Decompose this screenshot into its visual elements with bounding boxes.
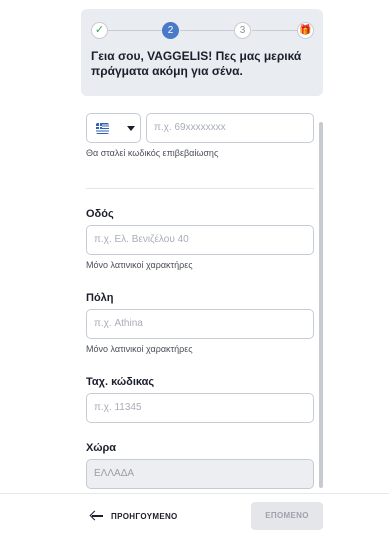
step-3: 3 [234,22,251,39]
previous-button-label: ΠΡΟΗΓΟΥΜΕΝΟ [111,511,178,521]
stepper-line [180,30,234,31]
street-hint: Μόνο λατινικοί χαρακτήρες [86,260,193,270]
country-field: ΕΛΛΑΔΑ [86,459,314,489]
step-1-check-icon: ✓ [91,22,108,39]
next-button[interactable]: ΕΠΟΜΕΝΟ [251,502,323,530]
footer-bar: ΠΡΟΗΓΟΥΜΕΝΟ ΕΠΟΜΕΝΟ [0,493,389,536]
progress-stepper: ✓ 2 3 🎁 [91,22,314,40]
postal-code-input[interactable]: π.χ. 11345 [86,393,314,423]
arrow-left-icon [89,510,104,522]
country-label: Χώρα [86,442,117,454]
street-input[interactable]: π.χ. Ελ. Βενιζέλου 40 [86,225,314,255]
previous-button[interactable]: ΠΡΟΗΓΟΥΜΕΝΟ [89,509,178,523]
step-2: 2 [162,22,179,39]
chevron-down-icon [127,126,135,131]
signup-header-card: ✓ 2 3 🎁 Γεια σου, VAGGELIS! Πες μας μερι… [81,9,323,96]
section-divider [86,188,314,189]
city-label: Πόλη [86,292,114,304]
step-gift-icon: 🎁 [297,22,314,39]
stepper-line [252,30,298,31]
country-code-select[interactable] [86,113,141,143]
street-label: Οδός [86,208,114,220]
city-hint: Μόνο λατινικοί χαρακτήρες [86,344,193,354]
greece-flag-icon [96,123,109,134]
phone-hint: Θα σταλεί κωδικός επιβεβαίωσης [86,148,219,158]
phone-row: π.χ. 69xxxxxxxx [86,113,314,143]
city-input[interactable]: π.χ. Athina [86,309,314,339]
scrollbar[interactable] [319,122,323,488]
greeting-text: Γεια σου, VAGGELIS! Πες μας μερικά πράγμ… [91,49,302,78]
postal-code-label: Ταχ. κώδικας [86,376,155,388]
stepper-line [108,30,162,31]
phone-input[interactable]: π.χ. 69xxxxxxxx [146,113,314,143]
